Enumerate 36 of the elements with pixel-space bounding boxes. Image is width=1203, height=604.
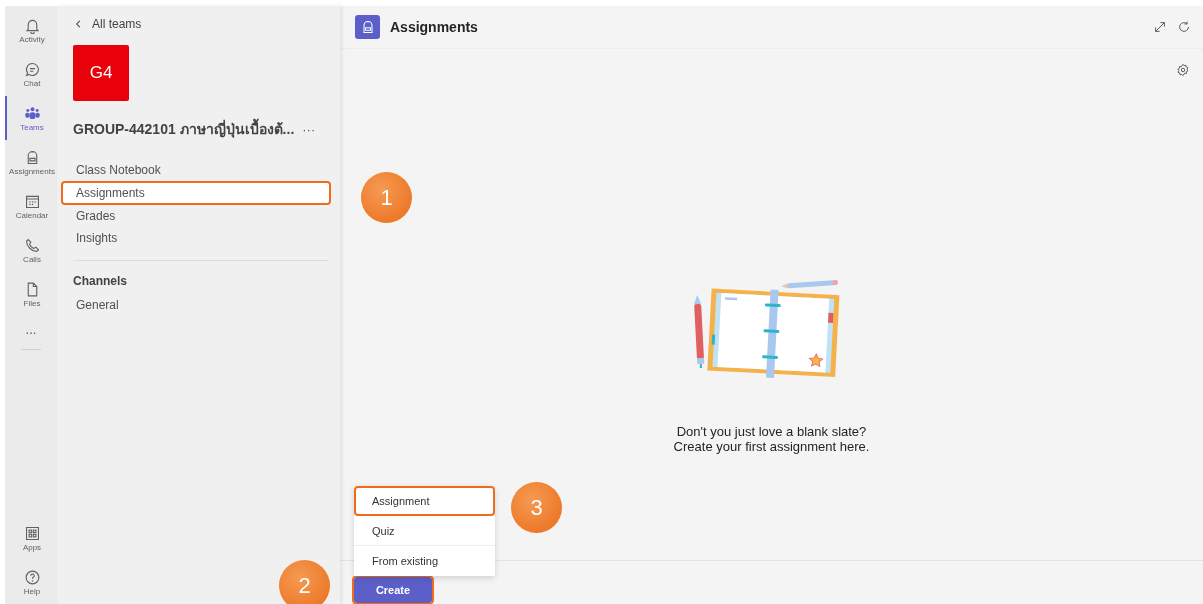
chevron-left-icon [75,19,82,29]
channel-item[interactable]: General [61,294,328,316]
nav-item[interactable]: Assignments [61,181,331,205]
chat-icon [23,60,41,78]
phone-icon [23,236,41,254]
team-avatar: G4 [73,45,129,101]
help-icon [23,568,41,586]
refresh-icon[interactable] [1177,20,1191,34]
page-title: Assignments [390,19,478,35]
menu-item[interactable]: Assignment [354,486,495,516]
nav-item[interactable]: Insights [61,227,328,249]
app-bar-item[interactable]: Chat [5,52,57,96]
app-bar-item[interactable]: Activity [5,8,57,52]
team-name: GROUP-442101 ภาษาญี่ปุ่นเบื้องต้... [73,118,295,140]
app-bar-item[interactable]: Files [5,272,57,316]
empty-state-text: Don't you just love a blank slate? [675,424,868,439]
app-icon [355,15,380,39]
back-link[interactable]: All teams [75,17,328,31]
app-bar-item[interactable]: Calls [5,228,57,272]
menu-item[interactable]: Quiz [354,516,495,546]
app-bar-item[interactable]: Calendar [5,184,57,228]
app-bar-item[interactable]: Assignments [5,140,57,184]
app-bar-item[interactable]: Apps [5,516,57,560]
settings-icon[interactable] [1176,63,1190,77]
nav-item[interactable]: Grades [61,205,328,227]
more-apps-button[interactable]: ... [25,322,37,337]
more-options-button[interactable]: ··· [302,121,316,137]
section-heading: Channels [73,274,128,288]
people-icon [23,104,41,122]
apps-icon [23,524,41,542]
app-bar-item[interactable]: Help [5,560,57,604]
create-button[interactable]: Create [354,577,432,603]
nav-item[interactable]: Class Notebook [61,159,328,181]
menu-item[interactable]: From existing [354,546,495,576]
expand-icon[interactable] [1153,20,1167,34]
empty-state-text: Create your first assignment here. [673,439,870,454]
